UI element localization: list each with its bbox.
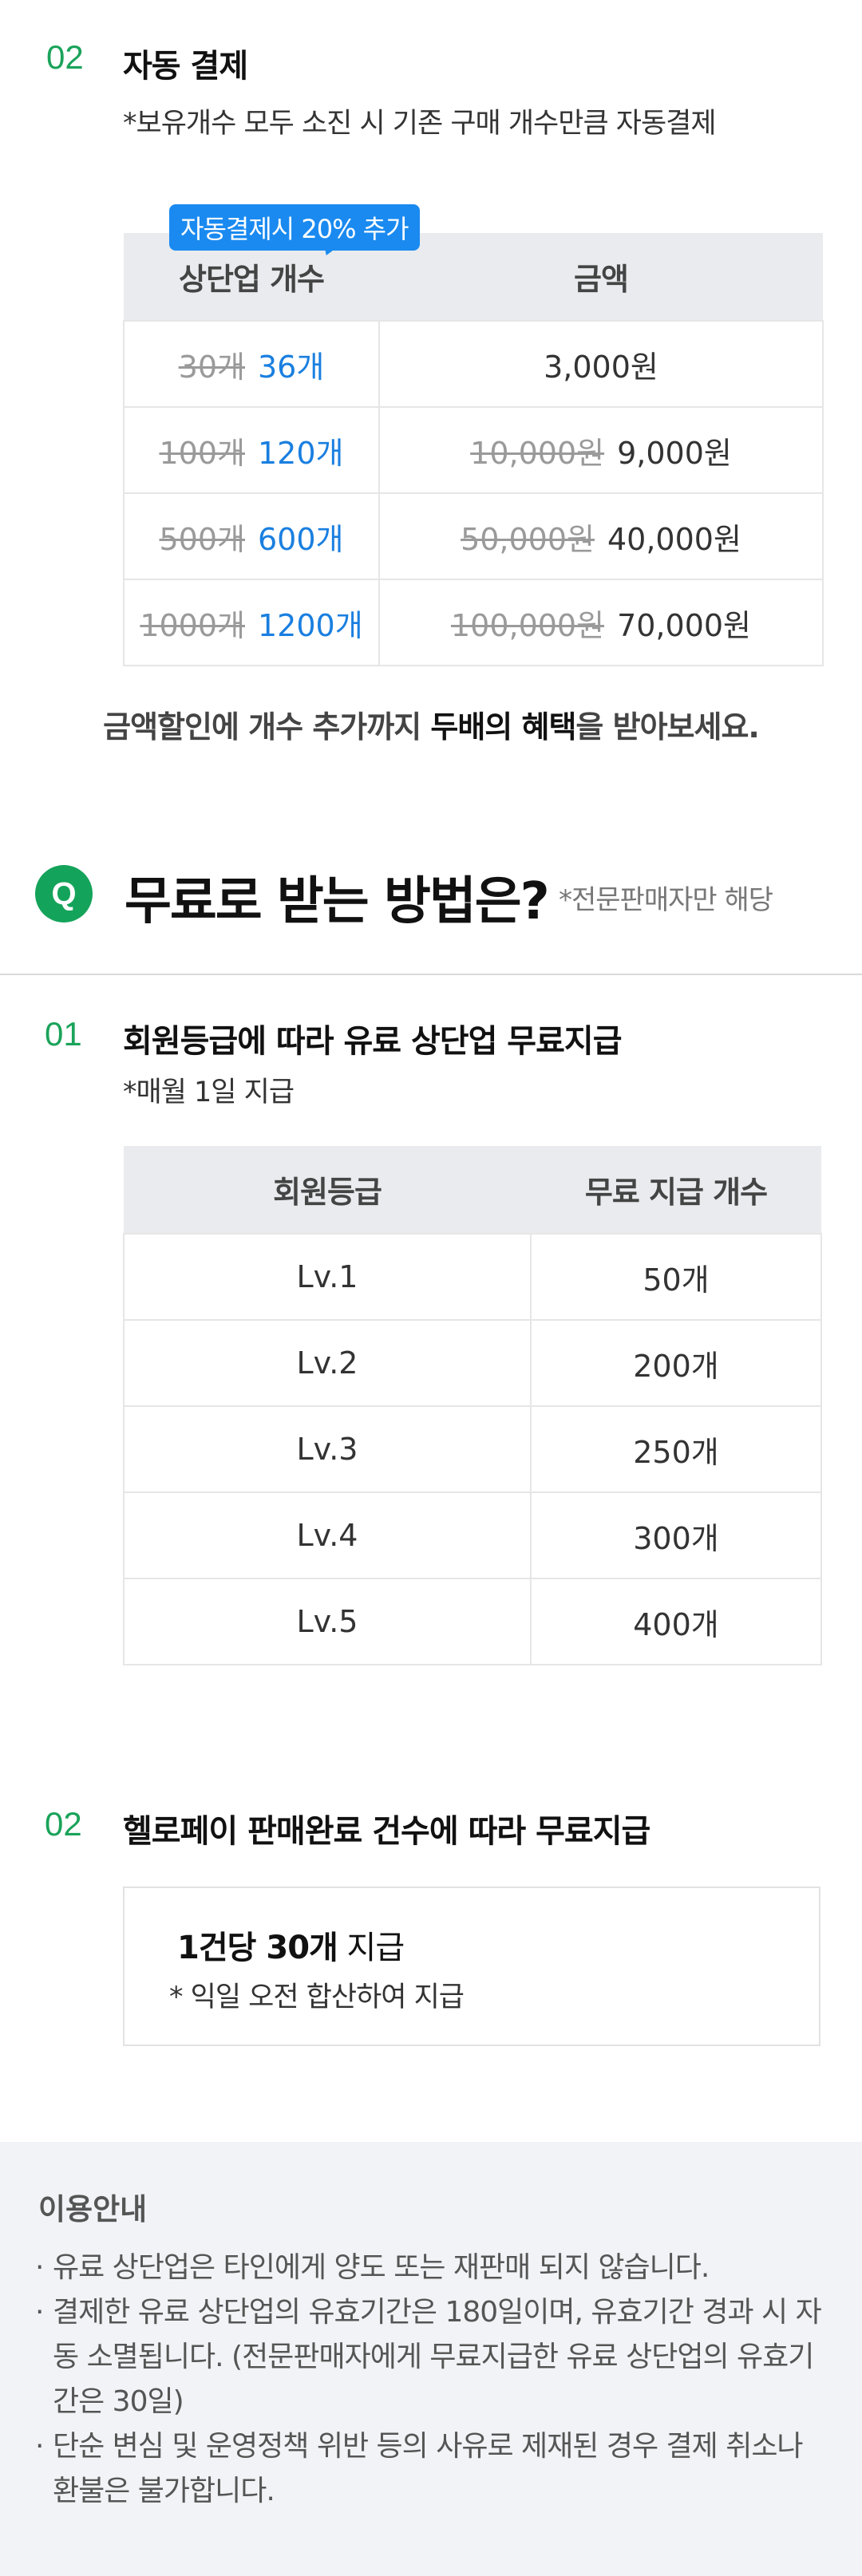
column-header-grade: 회원등급 — [124, 1146, 531, 1234]
grade-step-number: 01 — [45, 1015, 82, 1053]
free-count-cell: 300개 — [530, 1491, 822, 1579]
new-count: 600개 — [258, 521, 344, 557]
benefit-banner: 금액할인에 개수 추가까지 두배의 혜택을 받아보세요. — [0, 702, 862, 746]
column-header-free-count: 무료 지급 개수 — [531, 1146, 821, 1234]
column-header-price: 금액 — [379, 233, 823, 321]
table-row: Lv.4 300개 — [123, 1491, 822, 1579]
free-count-cell: 200개 — [530, 1319, 822, 1407]
grade-cell: Lv.3 — [123, 1405, 532, 1493]
auto-pay-note: *보유개수 모두 소진 시 기존 구매 개수만큼 자동결제 — [123, 108, 717, 140]
table-row: Lv.1 50개 — [123, 1233, 822, 1321]
old-price: 50,000원 — [461, 521, 595, 557]
count-cell: 30개 36개 — [123, 320, 380, 408]
benefit-suffix: 을 받아보세요. — [575, 709, 759, 745]
price: 3,000원 — [544, 349, 658, 385]
price: 40,000원 — [607, 521, 741, 557]
old-count: 500개 — [159, 521, 246, 557]
old-count: 100개 — [159, 435, 246, 471]
count-cell: 1000개 1200개 — [123, 579, 380, 666]
old-price: 100,000원 — [450, 607, 605, 643]
grade-cell: Lv.4 — [123, 1491, 532, 1579]
table-row: 1000개 1200개 100,000원 70,000원 — [123, 579, 824, 666]
new-count: 36개 — [258, 349, 325, 385]
grade-cell: Lv.2 — [123, 1319, 532, 1407]
benefit-highlight: 두배의 혜택 — [430, 709, 576, 745]
table-row: 100개 120개 10,000원 9,000원 — [123, 406, 824, 494]
grade-cell: Lv.5 — [123, 1578, 532, 1665]
question-icon: Q — [35, 865, 93, 923]
grade-section-note: *매월 1일 지급 — [123, 1077, 295, 1108]
list-item: 단순 변심 및 운영정책 위반 등의 사유로 제재된 경우 결제 취소나 환불은… — [35, 2424, 825, 2514]
hellopay-reward-suffix: 지급 — [337, 1930, 405, 1966]
old-count: 30개 — [178, 349, 245, 385]
price: 9,000원 — [617, 435, 732, 471]
grade-section-title: 회원등급에 따라 유료 상단업 무료지급 — [123, 1023, 623, 1060]
hellopay-step-number: 02 — [45, 1805, 82, 1843]
hellopay-section-title: 헬로페이 판매완료 건수에 따라 무료지급 — [123, 1813, 650, 1850]
table-row: Lv.3 250개 — [123, 1405, 822, 1493]
free-count-cell: 250개 — [530, 1405, 822, 1493]
auto-pay-step-number: 02 — [46, 38, 84, 76]
hellopay-info-box: 1건당 30개 지급 * 익일 오전 합산하여 지급 — [123, 1887, 820, 2046]
new-count: 1200개 — [258, 607, 363, 643]
price-cell: 50,000원 40,000원 — [378, 492, 824, 580]
usage-notice-list: 유료 상단업은 타인에게 양도 또는 재판매 되지 않습니다. 결제한 유료 상… — [35, 2246, 825, 2514]
hellopay-reward: 1건당 30개 지급 — [177, 1922, 405, 1968]
count-cell: 500개 600개 — [123, 492, 380, 580]
grade-cell: Lv.1 — [123, 1233, 532, 1321]
free-count-cell: 400개 — [530, 1578, 822, 1665]
free-section-note: *전문판매자만 해당 — [559, 884, 773, 916]
price: 70,000원 — [617, 607, 752, 643]
list-item: 결제한 유료 상단업의 유효기간은 180일이며, 유효기간 경과 시 자동 소… — [35, 2290, 825, 2424]
free-count-cell: 50개 — [530, 1233, 822, 1321]
hellopay-reward-note: * 익일 오전 합산하여 지급 — [169, 1981, 465, 2013]
price-cell: 3,000원 — [378, 320, 824, 408]
price-cell: 10,000원 9,000원 — [378, 406, 824, 494]
price-cell: 100,000원 70,000원 — [378, 579, 824, 666]
old-price: 10,000원 — [470, 435, 605, 471]
benefit-prefix: 금액할인에 개수 추가까지 — [103, 709, 431, 745]
table-row: Lv.2 200개 — [123, 1319, 822, 1407]
grade-table: 회원등급 무료 지급 개수 Lv.1 50개 Lv.2 200개 Lv.3 250개 … — [123, 1146, 822, 1665]
count-cell: 100개 120개 — [123, 406, 380, 494]
usage-notice: 이용안내 유료 상단업은 타인에게 양도 또는 재판매 되지 않습니다. 결제한… — [0, 2142, 862, 2576]
grade-table-header: 회원등급 무료 지급 개수 — [124, 1146, 821, 1234]
list-item: 유료 상단업은 타인에게 양도 또는 재판매 되지 않습니다. — [35, 2246, 825, 2290]
usage-notice-title: 이용안내 — [38, 2192, 148, 2226]
table-row: 500개 600개 50,000원 40,000원 — [123, 492, 824, 580]
section-divider — [0, 974, 862, 975]
table-row: Lv.5 400개 — [123, 1578, 822, 1665]
auto-pay-table: 상단업 개수 금액 30개 36개 3,000원 100개 120개 10,000원… — [123, 233, 824, 666]
auto-pay-bonus-badge: 자동결제시 20% 추가 — [169, 204, 420, 251]
new-count: 120개 — [258, 435, 344, 471]
free-section-title: 무료로 받는 방법은? — [125, 872, 550, 931]
table-row: 30개 36개 3,000원 — [123, 320, 824, 408]
old-count: 1000개 — [140, 607, 245, 643]
hellopay-reward-amount: 1건당 30개 — [177, 1930, 338, 1966]
auto-pay-title: 자동 결제 — [123, 48, 248, 85]
